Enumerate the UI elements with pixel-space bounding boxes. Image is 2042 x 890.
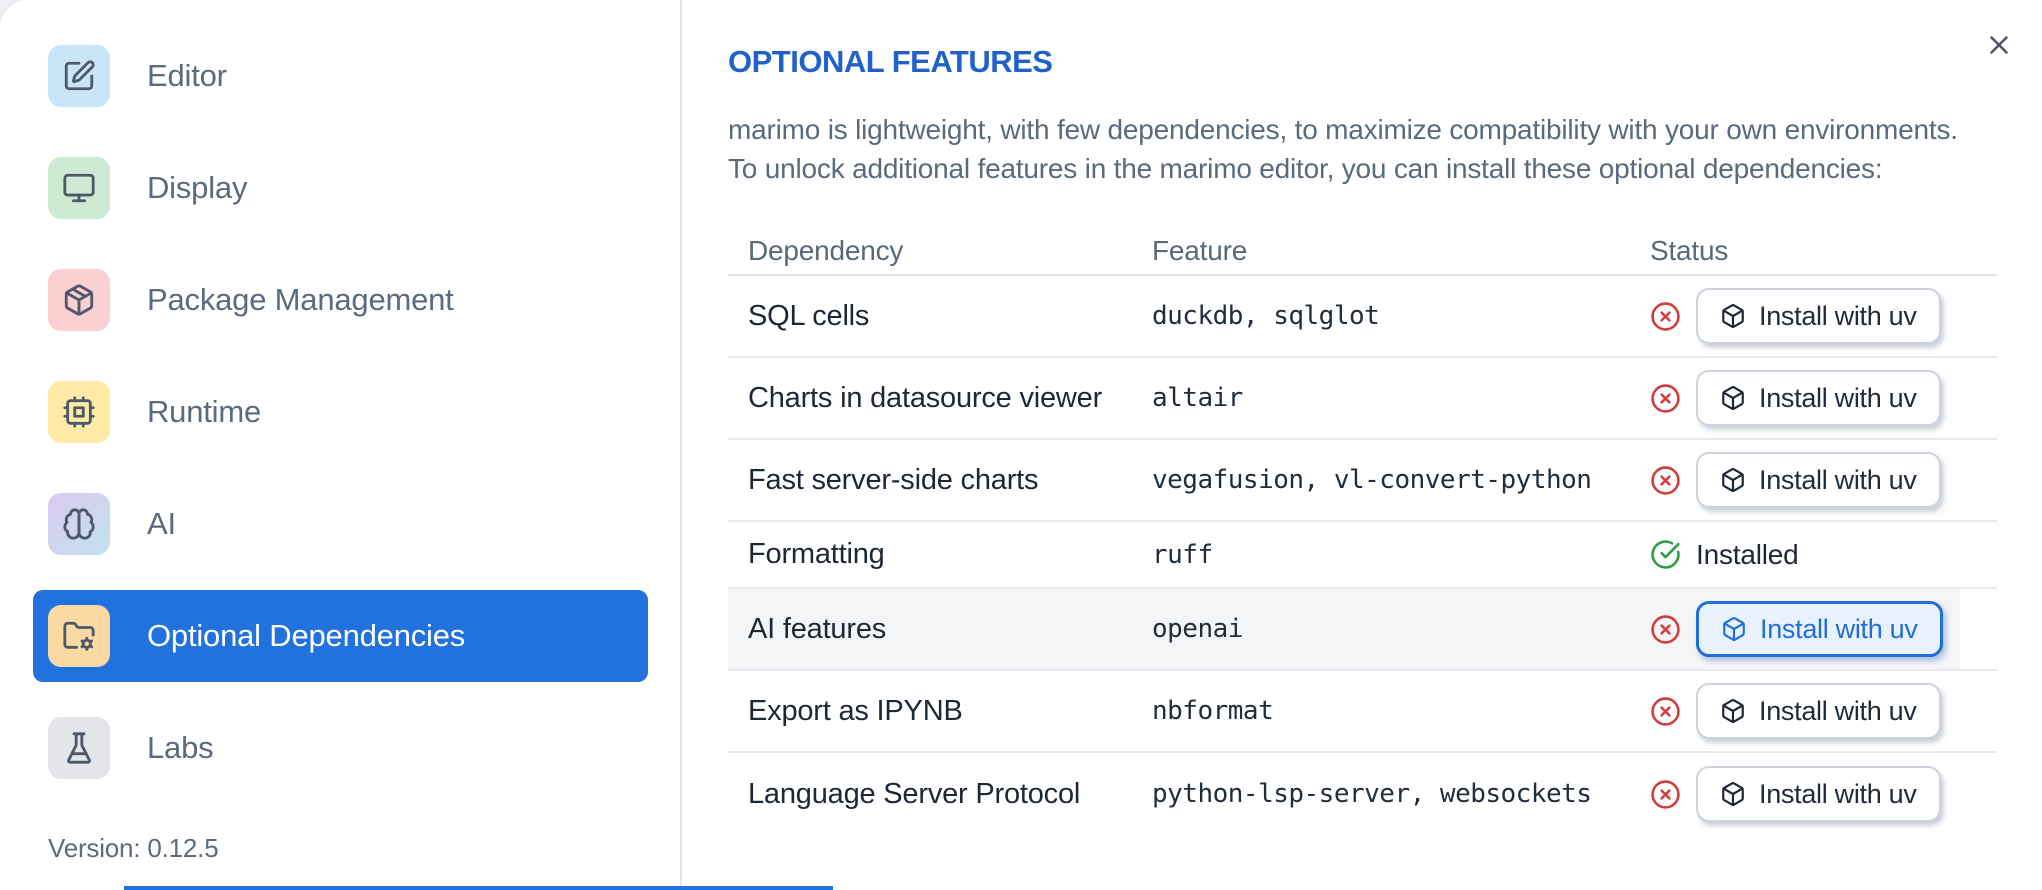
- cpu-icon: [48, 381, 110, 443]
- install-with-uv-button[interactable]: Install with uv: [1696, 370, 1941, 426]
- table-row: Language Server Protocol python-lsp-serv…: [728, 753, 1997, 835]
- table-row: Fast server-side charts vegafusion, vl-c…: [728, 440, 1997, 522]
- table-row: Formatting ruff Installed: [728, 522, 1997, 589]
- install-button-label: Install with uv: [1759, 695, 1917, 726]
- dependency-cell: SQL cells: [748, 299, 870, 332]
- feature-cell: openai: [1152, 614, 1243, 644]
- status-cell: Install with uv: [1650, 683, 1997, 739]
- optional-features-table: Dependency Feature Status SQL cells duck…: [728, 228, 1997, 835]
- settings-dialog: Editor Display Package Management Runtim…: [0, 0, 2042, 890]
- sidebar-item-display[interactable]: Display: [33, 142, 648, 234]
- column-header-feature: Feature: [1152, 235, 1248, 266]
- feature-cell: nbformat: [1152, 696, 1274, 726]
- installed-status-label: Installed: [1696, 538, 1799, 570]
- dependency-cell: Export as IPYNB: [748, 694, 963, 727]
- circle-check-icon: [1650, 539, 1681, 570]
- package-box-icon: [1720, 698, 1746, 724]
- sidebar-item-list: Editor Display Package Management Runtim…: [0, 30, 680, 794]
- page-title: OPTIONAL FEATURES: [728, 44, 1053, 79]
- feature-cell: ruff: [1152, 539, 1213, 570]
- background-accent-bar: [124, 886, 833, 890]
- sidebar-item-label: Editor: [147, 58, 227, 93]
- package-box-icon: [1720, 385, 1746, 411]
- circle-x-icon: [1650, 696, 1681, 727]
- table-header: Dependency Feature Status: [728, 228, 1997, 276]
- install-button-label: Install with uv: [1759, 300, 1917, 331]
- brain-icon: [48, 493, 110, 555]
- table-row: Charts in datasource viewer altair Insta…: [728, 358, 1997, 440]
- feature-cell: python-lsp-server, websockets: [1152, 779, 1592, 809]
- flask-conical-icon: [48, 717, 110, 779]
- version-label: Version: 0.12.5: [48, 833, 219, 863]
- feature-cell: altair: [1152, 383, 1243, 413]
- sidebar-item-label: Package Management: [147, 282, 454, 317]
- circle-x-icon: [1650, 614, 1681, 645]
- square-pen-icon: [48, 45, 110, 107]
- circle-x-icon: [1650, 779, 1681, 810]
- sidebar-item-label: Optional Dependencies: [147, 618, 466, 653]
- status-cell: Install with uv: [1650, 370, 1997, 426]
- install-with-uv-button[interactable]: Install with uv: [1696, 452, 1941, 508]
- monitor-icon: [48, 157, 110, 219]
- sidebar-item-label: AI: [147, 506, 176, 541]
- sidebar-item-label: Labs: [147, 730, 214, 765]
- status-cell: Install with uv: [1650, 288, 1997, 344]
- install-with-uv-button[interactable]: Install with uv: [1696, 601, 1943, 657]
- circle-x-icon: [1650, 301, 1681, 332]
- folder-cog-icon: [48, 605, 110, 667]
- status-cell: Install with uv: [1650, 452, 1997, 508]
- package-box-icon: [1720, 467, 1746, 493]
- dependency-cell: Fast server-side charts: [748, 463, 1039, 496]
- install-with-uv-button[interactable]: Install with uv: [1696, 288, 1941, 344]
- dependency-cell: Charts in datasource viewer: [748, 381, 1103, 414]
- sidebar-item-label: Display: [147, 170, 248, 205]
- table-row: Export as IPYNB nbformat Install with uv: [728, 671, 1997, 753]
- close-icon[interactable]: [1980, 26, 2018, 64]
- table-row: AI features openai Install with uv: [728, 589, 1997, 671]
- install-with-uv-button[interactable]: Install with uv: [1696, 683, 1941, 739]
- settings-sidebar: Editor Display Package Management Runtim…: [0, 0, 682, 890]
- table-row: SQL cells duckdb, sqlglot Install with u…: [728, 276, 1997, 358]
- install-button-label: Install with uv: [1759, 382, 1917, 413]
- install-with-uv-button[interactable]: Install with uv: [1696, 766, 1941, 822]
- description-line: To unlock additional features in the mar…: [728, 153, 1883, 184]
- feature-cell: vegafusion, vl-convert-python: [1152, 465, 1592, 495]
- description: marimo is lightweight, with few dependen…: [728, 110, 1998, 188]
- dependency-cell: AI features: [748, 612, 887, 645]
- sidebar-item-ai[interactable]: AI: [33, 478, 648, 570]
- description-line: marimo is lightweight, with few dependen…: [728, 114, 1958, 145]
- feature-cell: duckdb, sqlglot: [1152, 301, 1380, 331]
- optional-features-panel: OPTIONAL FEATURES marimo is lightweight,…: [682, 0, 2042, 890]
- install-button-label: Install with uv: [1759, 778, 1917, 809]
- install-button-label: Install with uv: [1760, 613, 1918, 644]
- install-button-label: Install with uv: [1759, 464, 1917, 495]
- sidebar-item-package-management[interactable]: Package Management: [33, 254, 648, 346]
- sidebar-item-runtime[interactable]: Runtime: [33, 366, 648, 458]
- dependency-cell: Language Server Protocol: [748, 777, 1081, 810]
- sidebar-item-optional-dependencies[interactable]: Optional Dependencies: [33, 590, 648, 682]
- column-header-dependency: Dependency: [748, 235, 904, 266]
- status-cell: Installed: [1650, 539, 1997, 571]
- package-icon: [48, 269, 110, 331]
- circle-x-icon: [1650, 383, 1681, 414]
- package-box-icon: [1720, 781, 1746, 807]
- status-cell: Install with uv: [1650, 766, 1997, 822]
- circle-x-icon: [1650, 465, 1681, 496]
- status-cell: Install with uv: [1650, 601, 1997, 657]
- package-box-icon: [1720, 303, 1746, 329]
- column-header-status: Status: [1650, 235, 1729, 266]
- sidebar-item-label: Runtime: [147, 394, 262, 429]
- dependency-cell: Formatting: [748, 538, 885, 570]
- package-box-icon: [1721, 616, 1747, 642]
- sidebar-item-labs[interactable]: Labs: [33, 702, 648, 794]
- table-body: SQL cells duckdb, sqlglot Install with u…: [728, 276, 1997, 835]
- sidebar-item-editor[interactable]: Editor: [33, 30, 648, 122]
